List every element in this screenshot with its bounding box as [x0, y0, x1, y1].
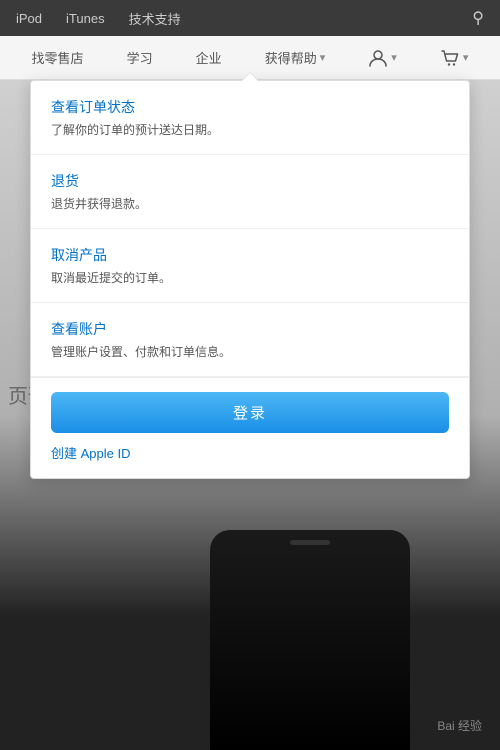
- menu-item-order-status-title: 查看订单状态: [51, 97, 449, 117]
- sec-nav-help[interactable]: 获得帮助: [265, 48, 326, 67]
- baidu-watermark: Bai 经验: [437, 717, 482, 734]
- menu-item-account-title: 查看账户: [51, 319, 449, 339]
- create-apple-id-link[interactable]: 创建 Apple ID: [51, 443, 449, 462]
- account-dropdown: 查看订单状态 了解你的订单的预计送达日期。 退货 退货并获得退款。 取消产品 取…: [30, 80, 470, 479]
- search-icon[interactable]: ⚲: [472, 8, 484, 28]
- user-icon-button[interactable]: ▾: [368, 48, 397, 68]
- top-nav-items: iPod iTunes 技术支持: [16, 9, 181, 28]
- menu-item-return[interactable]: 退货 退货并获得退款。: [31, 155, 469, 229]
- menu-item-cancel-desc: 取消最近提交的订单。: [51, 269, 449, 286]
- nav-item-tech-support[interactable]: 技术支持: [129, 9, 181, 28]
- menu-item-view-account[interactable]: 查看账户 管理账户设置、付款和订单信息。: [31, 303, 469, 377]
- menu-item-return-title: 退货: [51, 171, 449, 191]
- menu-item-order-status[interactable]: 查看订单状态 了解你的订单的预计送达日期。: [31, 81, 469, 155]
- login-button[interactable]: 登录: [51, 392, 449, 433]
- login-section: 登录 创建 Apple ID: [31, 377, 469, 478]
- sec-nav-learn[interactable]: 学习: [127, 48, 153, 67]
- sec-nav-retail[interactable]: 找零售店: [32, 48, 84, 67]
- nav-item-ipod[interactable]: iPod: [16, 11, 42, 26]
- menu-item-cancel-product[interactable]: 取消产品 取消最近提交的订单。: [31, 229, 469, 303]
- cart-icon-button[interactable]: ▾: [440, 48, 469, 68]
- menu-item-return-desc: 退货并获得退款。: [51, 195, 449, 212]
- top-nav: iPod iTunes 技术支持 ⚲: [0, 0, 500, 36]
- menu-item-cancel-title: 取消产品: [51, 245, 449, 265]
- menu-item-account-desc: 管理账户设置、付款和订单信息。: [51, 343, 449, 360]
- menu-item-order-status-desc: 了解你的订单的预计送达日期。: [51, 121, 449, 138]
- device-silhouette: [210, 530, 410, 750]
- nav-item-itunes[interactable]: iTunes: [66, 11, 105, 26]
- sec-nav-enterprise[interactable]: 企业: [196, 48, 222, 67]
